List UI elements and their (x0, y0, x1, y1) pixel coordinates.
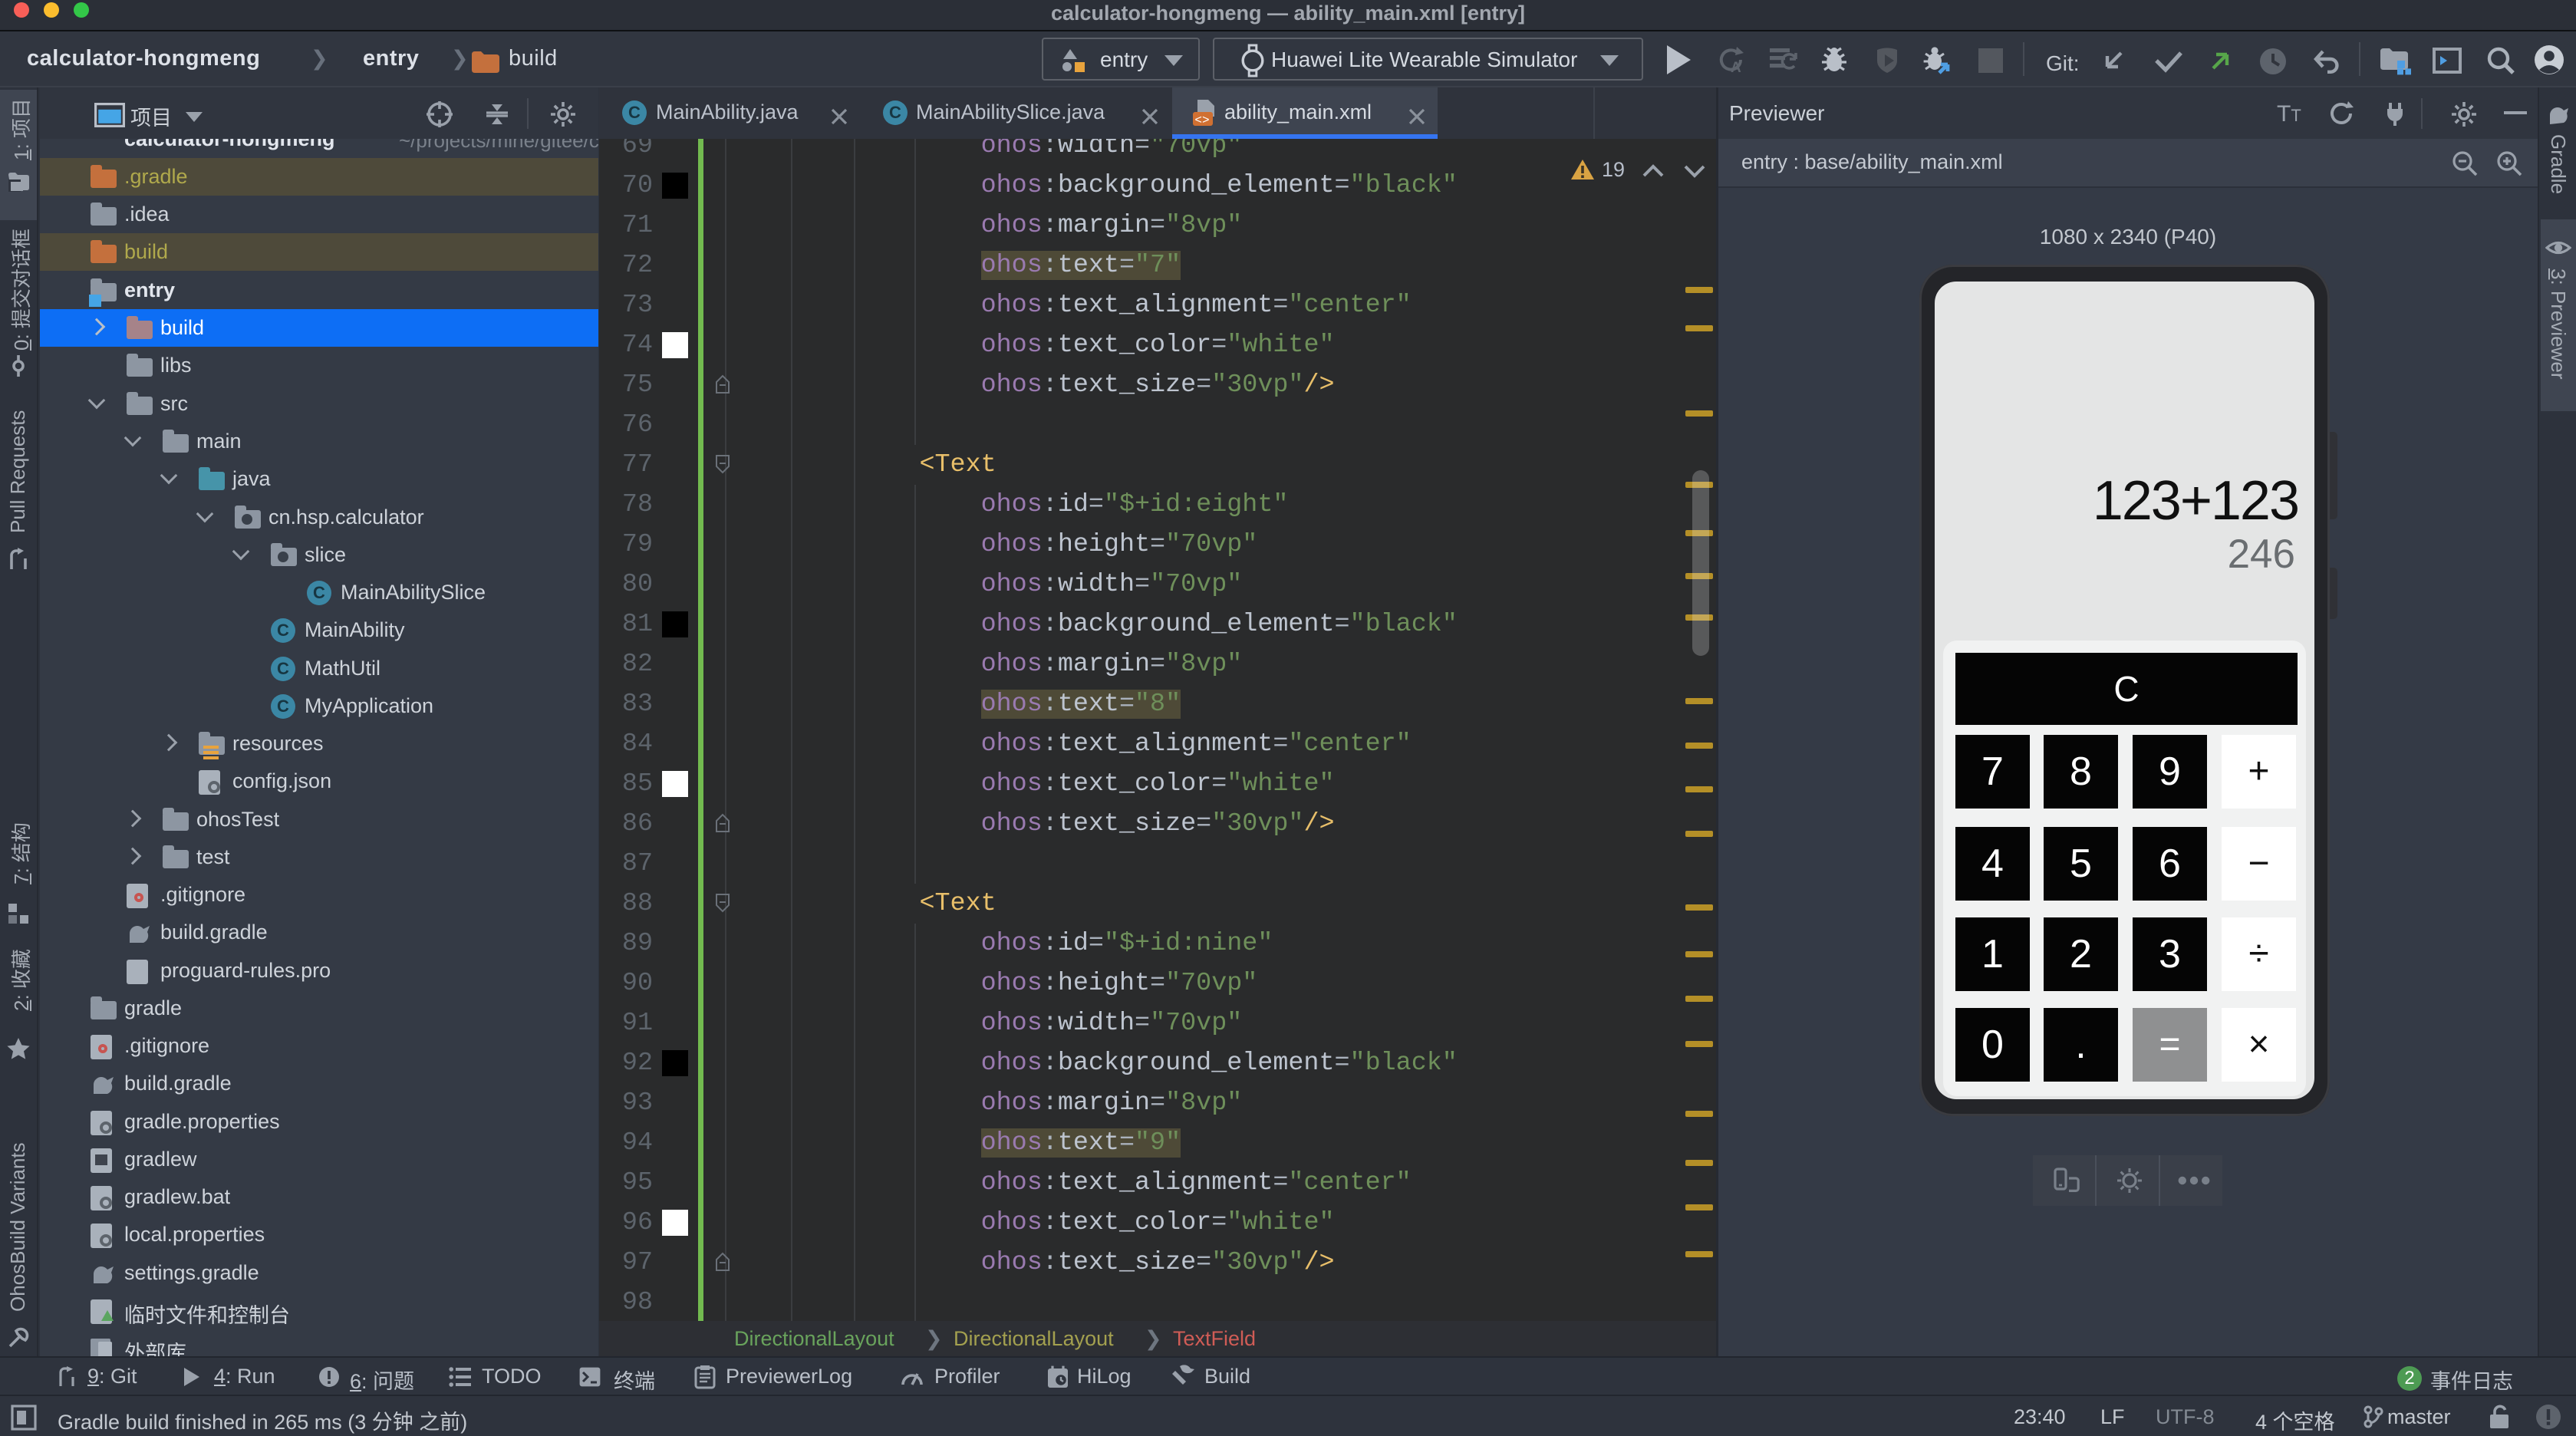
svg-text:A: A (1731, 60, 1741, 74)
svg-text:<>: <> (1194, 114, 1209, 127)
